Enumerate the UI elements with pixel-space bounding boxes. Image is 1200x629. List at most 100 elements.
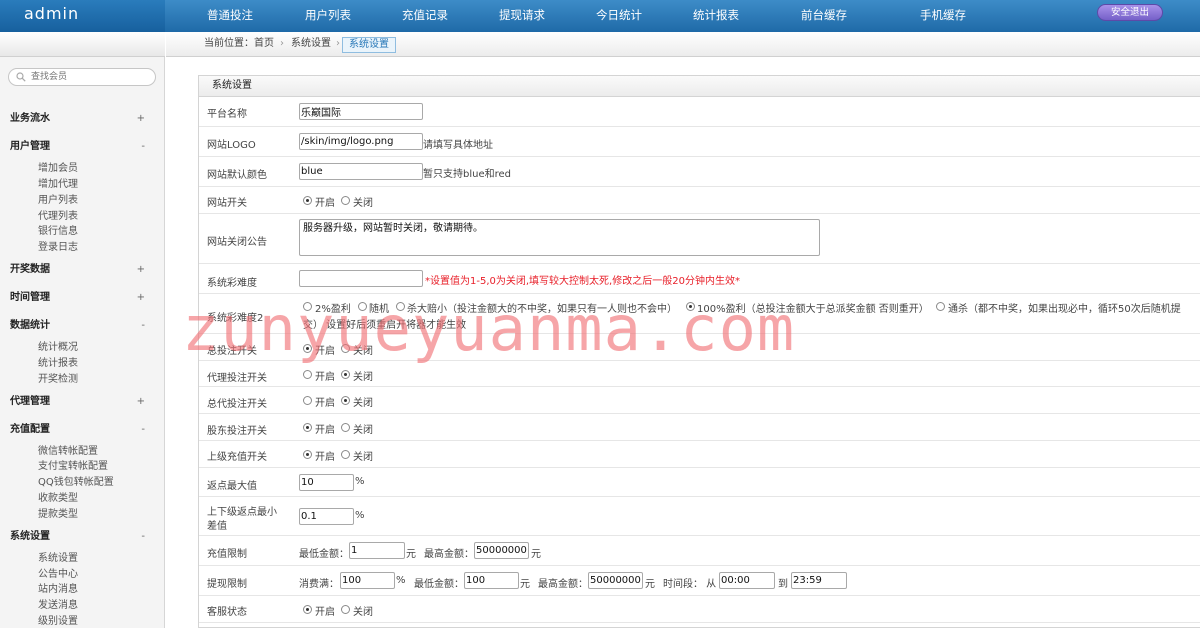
top-bar: admin 普通投注 用户列表 充值记录 提现请求 今日统计 统计报表 前台缓存… bbox=[0, 0, 1200, 32]
radio-label: 关闭 bbox=[353, 198, 373, 209]
sidebar-item-receive-type[interactable]: 收款类型 bbox=[38, 492, 78, 506]
upper-recharge-on-radio[interactable] bbox=[303, 450, 312, 459]
sidebar-item-system-settings[interactable]: 系统设置 bbox=[38, 552, 78, 566]
withdraw-limit-label: 提现限制 bbox=[207, 579, 247, 590]
shareholder-bet-on-radio[interactable] bbox=[303, 423, 312, 432]
platform-name-input[interactable] bbox=[299, 103, 423, 120]
breadcrumb-home[interactable]: 当前位置：首页 bbox=[198, 37, 280, 53]
withdraw-min-input[interactable] bbox=[464, 572, 519, 589]
row-rebate-diff: 上下级返点最小 差值 % bbox=[199, 497, 1200, 536]
sidebar-item-draw-check[interactable]: 开奖检测 bbox=[38, 373, 78, 387]
difficulty2-option-radio[interactable] bbox=[936, 302, 945, 311]
withdraw-max-input[interactable] bbox=[588, 572, 643, 589]
sidebar-item-stat-overview[interactable]: 统计概况 bbox=[38, 341, 78, 355]
difficulty2-option-radio[interactable] bbox=[686, 302, 695, 311]
sidebar-item-alipay-config[interactable]: 支付宝转帐配置 bbox=[38, 460, 108, 474]
row-recharge-limit: 充值限制 最低金额： 元 最高金额： 元 bbox=[199, 536, 1200, 566]
sidebar-item-withdraw-type[interactable]: 提款类型 bbox=[38, 508, 78, 522]
platform-name-label: 平台名称 bbox=[207, 109, 247, 120]
max-amount-label: 最高金额： bbox=[424, 549, 474, 560]
shareholder-bet-label: 股东投注开关 bbox=[207, 426, 267, 437]
close-notice-textarea[interactable]: 服务器升级，网站暂时关闭，敬请期待。 bbox=[299, 219, 820, 256]
member-search[interactable] bbox=[8, 68, 156, 86]
upper-recharge-off-radio[interactable] bbox=[341, 450, 350, 459]
search-input[interactable] bbox=[31, 70, 151, 84]
radio-label: 通杀（都不中奖，如果出现必中，循环50次后随机提 bbox=[948, 304, 1181, 315]
sidebar-group-recharge[interactable]: 充值配置 - bbox=[0, 421, 165, 439]
sidebar-group-system[interactable]: 系统设置 - bbox=[0, 528, 165, 546]
sidebar-item-qq-config[interactable]: QQ钱包转帐配置 bbox=[38, 476, 114, 490]
rebate-diff-input[interactable] bbox=[299, 508, 354, 525]
sidebar-item-notice-center[interactable]: 公告中心 bbox=[38, 568, 78, 582]
sidebar-group-users[interactable]: 用户管理 - bbox=[0, 138, 165, 156]
general-agent-bet-off-radio[interactable] bbox=[341, 396, 350, 405]
sidebar-item-stat-report[interactable]: 统计报表 bbox=[38, 357, 78, 371]
recharge-min-input[interactable] bbox=[349, 542, 405, 559]
sidebar-item-bank-info[interactable]: 银行信息 bbox=[38, 225, 78, 239]
sidebar-group-lottery-data[interactable]: 开奖数据 + bbox=[0, 261, 165, 279]
sidebar-item-user-list[interactable]: 用户列表 bbox=[38, 194, 78, 208]
sidebar-item-login-log[interactable]: 登录日志 bbox=[38, 241, 78, 255]
general-agent-bet-label: 总代投注开关 bbox=[207, 399, 267, 410]
logout-button[interactable]: 安全退出 bbox=[1097, 4, 1163, 21]
sidebar-item-wechat-config[interactable]: 微信转帐配置 bbox=[38, 445, 98, 459]
sidebar-group-stats[interactable]: 数据统计 - bbox=[0, 317, 165, 335]
nav-frontend-cache[interactable]: 前台缓存 bbox=[779, 0, 869, 32]
sidebar-item-inbox[interactable]: 站内消息 bbox=[38, 583, 78, 597]
nav-stat-reports[interactable]: 统计报表 bbox=[671, 0, 761, 32]
logo-url-input[interactable] bbox=[299, 133, 423, 150]
shareholder-bet-off-radio[interactable] bbox=[341, 423, 350, 432]
difficulty-warning: *设置值为1-5,0为关闭,填写较大控制太死,修改之后一般20分钟内生效* bbox=[425, 276, 740, 287]
sidebar-item-add-member[interactable]: 增加会员 bbox=[38, 162, 78, 176]
service-on-radio[interactable] bbox=[303, 605, 312, 614]
nav-normal-bet[interactable]: 普通投注 bbox=[185, 0, 275, 32]
row-agent-bet: 代理投注开关 开启 关闭 bbox=[199, 361, 1200, 387]
sidebar-group-business[interactable]: 业务流水 + bbox=[0, 110, 165, 128]
radio-label: 开启 bbox=[315, 398, 335, 409]
sidebar-item-send-message[interactable]: 发送消息 bbox=[38, 599, 78, 613]
difficulty2-option-radio[interactable] bbox=[396, 302, 405, 311]
difficulty2-label: 系统彩难度2 bbox=[207, 313, 264, 324]
site-switch-on-radio[interactable] bbox=[303, 196, 312, 205]
expand-icon: + bbox=[136, 396, 145, 407]
difficulty2-option-radio[interactable] bbox=[358, 302, 367, 311]
total-bet-off-radio[interactable] bbox=[341, 344, 350, 353]
nav-today-stats[interactable]: 今日统计 bbox=[574, 0, 664, 32]
upper-recharge-label: 上级充值开关 bbox=[207, 452, 267, 463]
nav-mobile-cache[interactable]: 手机缓存 bbox=[898, 0, 988, 32]
color-hint: 暂只支持blue和red bbox=[423, 169, 512, 180]
total-bet-on-radio[interactable] bbox=[303, 344, 312, 353]
nav-recharge-records[interactable]: 充值记录 bbox=[380, 0, 470, 32]
nav-user-list[interactable]: 用户列表 bbox=[283, 0, 373, 32]
sidebar-group-time[interactable]: 时间管理 + bbox=[0, 289, 165, 307]
nav-withdraw-requests[interactable]: 提现请求 bbox=[477, 0, 567, 32]
agent-bet-off-radio[interactable] bbox=[341, 370, 350, 379]
difficulty-input[interactable] bbox=[299, 270, 423, 287]
percent-unit: % bbox=[355, 476, 365, 487]
row-default-color: 网站默认颜色 暂只支持blue和red bbox=[199, 157, 1200, 187]
row-customer-service: 客服状态 开启 关闭 bbox=[199, 596, 1200, 623]
sidebar-group-agents[interactable]: 代理管理 + bbox=[0, 393, 165, 411]
sidebar-item-add-agent[interactable]: 增加代理 bbox=[38, 178, 78, 192]
difficulty2-option-radio[interactable] bbox=[303, 302, 312, 311]
breadcrumb-item[interactable]: 系统设置 bbox=[285, 37, 337, 53]
agent-bet-on-radio[interactable] bbox=[303, 370, 312, 379]
withdraw-time-from-input[interactable] bbox=[719, 572, 775, 589]
service-off-radio[interactable] bbox=[341, 605, 350, 614]
withdraw-consume-input[interactable] bbox=[340, 572, 395, 589]
percent-unit: % bbox=[355, 510, 365, 521]
sidebar-item-agent-list[interactable]: 代理列表 bbox=[38, 210, 78, 224]
sidebar: 业务流水 + 用户管理 - 增加会员 增加代理 用户列表 代理列表 银行信息 登录日… bbox=[0, 32, 165, 628]
radio-label: 开启 bbox=[315, 372, 335, 383]
withdraw-time-to-input[interactable] bbox=[791, 572, 847, 589]
general-agent-bet-on-radio[interactable] bbox=[303, 396, 312, 405]
site-switch-off-radio[interactable] bbox=[341, 196, 350, 205]
rebate-max-input[interactable] bbox=[299, 474, 354, 491]
row-total-bet: 总投注开关 开启 关闭 bbox=[199, 334, 1200, 361]
color-input[interactable] bbox=[299, 163, 423, 180]
sidebar-item-level-settings[interactable]: 级别设置 bbox=[38, 615, 78, 629]
row-withdraw-limit: 提现限制 消费满： % 最低金额： 元 最高金额： 元 时间段： 从 到 bbox=[199, 566, 1200, 596]
sidebar-group-label: 开奖数据 bbox=[10, 264, 50, 275]
row-difficulty: 系统彩难度 *设置值为1-5,0为关闭,填写较大控制太死,修改之后一般20分钟内… bbox=[199, 264, 1200, 294]
recharge-max-input[interactable] bbox=[474, 542, 529, 559]
